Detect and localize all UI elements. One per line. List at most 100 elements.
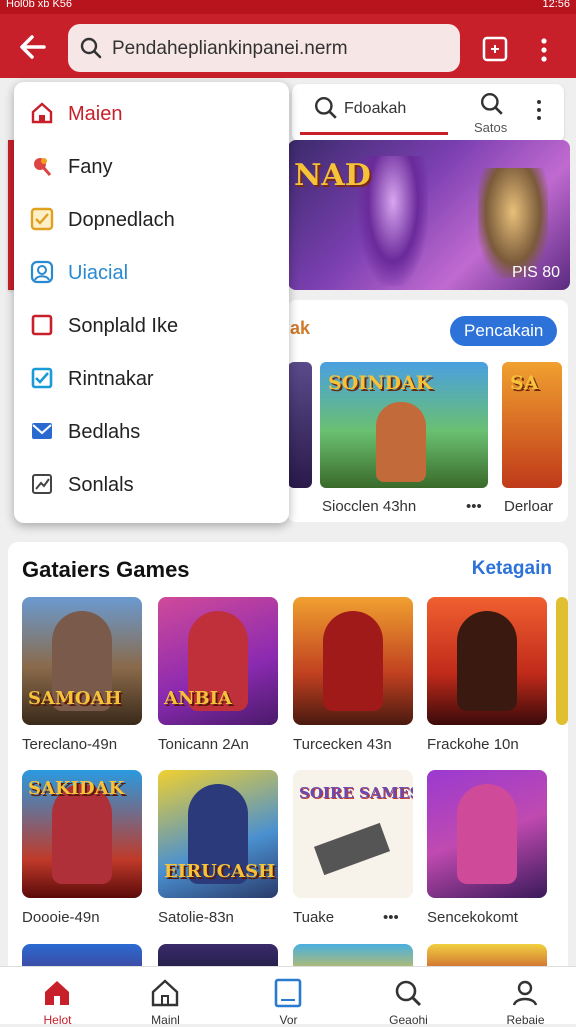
game-caption: Sencekokomt [427,909,518,926]
game-title: SAMOAH [28,688,122,709]
more-vert-icon[interactable] [532,36,556,64]
game-tile[interactable]: SA [502,362,562,488]
menu-item-sonlals[interactable]: Sonlals [14,459,289,511]
game-title: ANBIA [164,688,233,709]
search-label: Satos [474,120,508,135]
status-left: Hol0b xb K56 [6,0,73,10]
chart-icon [32,474,52,494]
featured-title: ak [290,318,311,338]
promo-banner[interactable]: NAD PIS 80 [288,140,570,290]
game-caption: Siocclen 43hn [322,498,417,515]
game-tile[interactable] [556,597,568,725]
menu-item-label: Uiacial [68,262,129,284]
menu-item-rintnakar[interactable]: Rintnakar [14,353,289,405]
menu-item-home[interactable]: Maien [14,88,289,140]
menu-item-bedlahs[interactable]: Bedlahs [14,406,289,458]
search-underline [300,132,448,135]
tablet-icon [274,978,302,1008]
status-bar: Hol0b xb K56 12:56 [0,0,576,14]
menu-item-label: Rintnakar [68,368,154,390]
game-title: SAKIDAK [28,778,125,799]
search-query: Pendahepliankinpanei.nerm [112,38,348,59]
menu-item-label: Dopnedlach [68,209,175,231]
user-icon [30,260,54,284]
nav-label: Rebaie [506,1013,545,1027]
user-icon [512,980,538,1006]
back-arrow-icon[interactable] [14,28,52,66]
game-title: SA [510,372,539,394]
menu-item-label: Sonlals [68,474,134,496]
bottom-navigation: Helot Mainl Vor Geaohi Rebaie [0,966,576,1027]
nav-label: Geaohi [389,1013,428,1027]
search-icon[interactable] [480,92,504,116]
menu-item-label: Sonplald Ike [68,315,179,337]
see-all-link[interactable]: Ketagain [472,558,552,580]
nav-item-main[interactable]: Mainl [108,967,223,1027]
search-icon [314,96,337,119]
game-caption: Satolie-83n [158,909,234,926]
house-icon [151,979,179,1007]
character-figure [376,402,426,482]
game-tile[interactable]: SOINDAK [320,362,488,488]
search-icon [80,37,102,59]
tabs-icon[interactable] [480,34,510,64]
game-tile[interactable] [288,362,312,488]
menu-item-label: Fany [68,156,113,178]
dropdown-menu: Maien Fany Dopnedlach Uiacial Sonplald I… [14,82,289,523]
game-title: EIRUCASH [164,861,276,882]
menu-item-uiacial[interactable]: Uiacial [14,247,289,299]
game-tile[interactable]: ANBIA [158,597,278,725]
paint-icon [34,158,52,176]
character-figure [457,784,517,884]
banner-badge: PIS 80 [511,264,560,281]
search-icon [395,980,422,1007]
menu-item-label: Maien [68,103,123,125]
square-icon [31,314,53,336]
game-tile[interactable]: EIRUCASH [158,770,278,898]
home-icon [31,102,53,124]
game-title: SOINDAK [328,372,433,394]
secondary-search-bar[interactable]: Fdoakah Satos [292,84,564,142]
weapon-graphic [313,822,391,876]
game-caption: Turcecken 43n [293,736,392,753]
game-tile[interactable] [427,597,547,725]
menu-item-sonplald[interactable]: Sonplald Ike [14,300,289,352]
search-input[interactable]: Pendahepliankinpanei.nerm [68,24,460,72]
hero-figure [478,168,548,278]
menu-item-dopnedlach[interactable]: Dopnedlach [14,194,289,246]
app-bar: Pendahepliankinpanei.nerm [0,14,576,78]
game-caption: Tuake [293,909,335,926]
mail-icon [32,423,52,439]
game-tile[interactable] [427,770,547,898]
nav-item-home[interactable]: Helot [0,967,115,1027]
status-time: 12:56 [542,0,570,10]
more-icon[interactable]: ••• [466,498,482,515]
check-box-icon [30,207,54,231]
menu-item-label: Bedlahs [68,421,141,443]
nav-item-profile[interactable]: Rebaie [468,967,576,1027]
game-tile[interactable] [293,597,413,725]
game-tile[interactable]: SAKIDAK [22,770,142,898]
game-tile[interactable]: SOIRE SAMES [293,770,413,898]
game-caption: Tonicann 2An [158,736,249,753]
featured-action-button[interactable]: Pencakain [450,316,558,346]
nav-label: Helot [43,1013,72,1027]
more-vert-icon[interactable] [532,98,546,122]
menu-item-fany[interactable]: Fany [14,141,289,193]
game-tile[interactable]: SAMOAH [22,597,142,725]
games-section: Gataiers Games Ketagain SAMOAH ANBIA Ter… [8,542,568,982]
game-caption: Tereclano-49n [22,736,118,753]
section-title: Gataiers Games [22,557,190,582]
nav-item-view[interactable]: Vor [231,967,346,1027]
character-figure [323,611,383,711]
secondary-search-text: Fdoakah [344,100,407,117]
nav-item-search[interactable]: Geaohi [351,967,466,1027]
nav-label: Mainl [151,1013,180,1027]
banner-logo: NAD [294,158,371,193]
nav-label: Vor [279,1013,298,1027]
checkbox-icon [31,367,53,389]
game-caption: Frackohe 10n [427,736,519,753]
game-title: SOIRE SAMES [299,784,413,802]
game-caption: Derloar [504,498,554,515]
more-icon[interactable]: ••• [383,909,399,926]
